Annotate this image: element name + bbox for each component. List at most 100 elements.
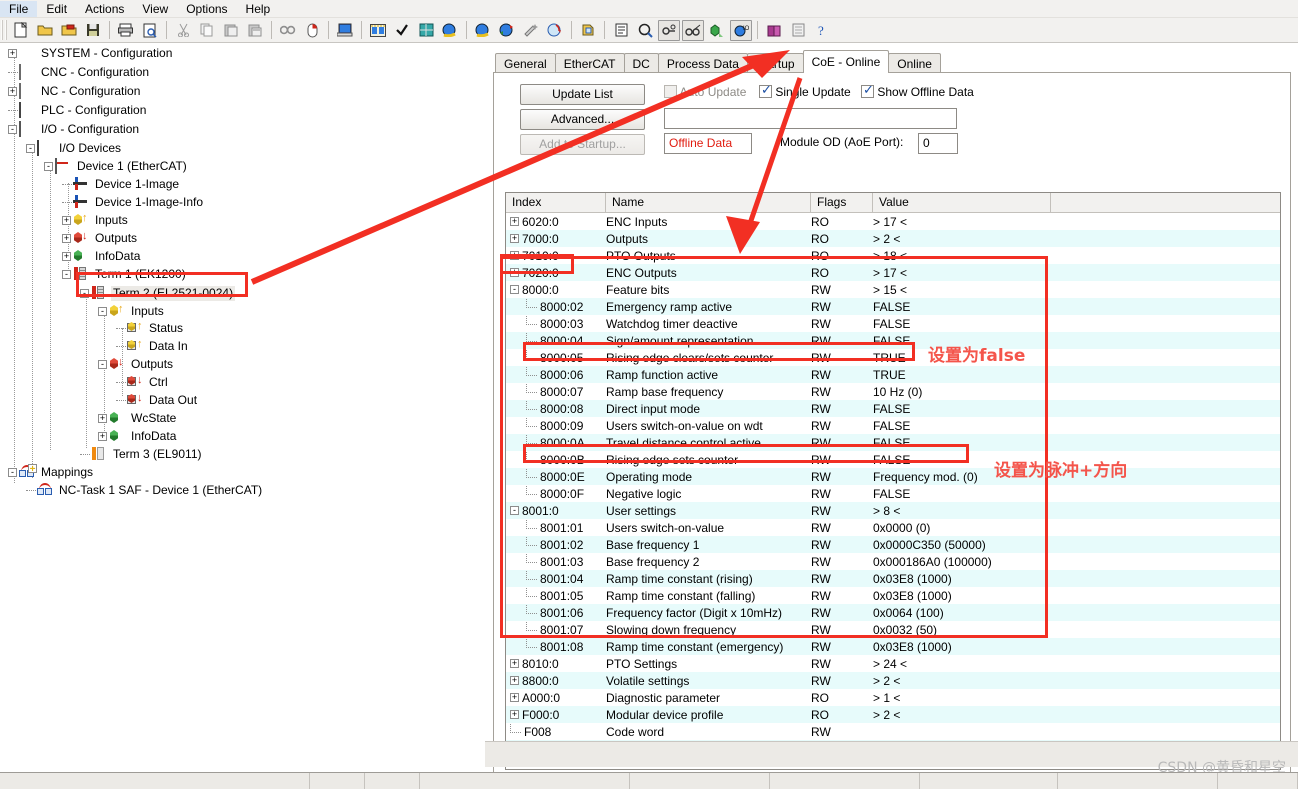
tree-expander[interactable]: - xyxy=(62,270,71,279)
tree-item-inputs[interactable]: + ↑ Inputs xyxy=(62,212,130,229)
table-row[interactable]: +7020:0 ENC Outputs RO > 17 < xyxy=(506,264,1280,281)
configuration-tree[interactable]: + SYSTEM - Configuration CNC - Configurati… xyxy=(0,43,480,789)
io-at-target-icon[interactable]: IO xyxy=(730,19,752,41)
table-row[interactable]: 8000:06 Ramp function active RW TRUE xyxy=(506,366,1280,383)
help-icon[interactable]: ? xyxy=(811,20,833,41)
table-row[interactable]: +6020:0 ENC Inputs RO > 17 < xyxy=(506,213,1280,230)
table-row[interactable]: 8001:03 Base frequency 2 RW 0x000186A0 (100… xyxy=(506,553,1280,570)
tab-general[interactable]: General xyxy=(495,53,556,73)
table-row[interactable]: 8001:02 Base frequency 1 RW 0x0000C350 (500… xyxy=(506,536,1280,553)
toggle-free-run-icon[interactable] xyxy=(472,20,494,41)
tree-item-term-1-ek1200[interactable]: - Term 1 (EK1200) xyxy=(62,266,188,283)
toolbar-grip[interactable] xyxy=(1,20,7,40)
reload-devices-icon[interactable] xyxy=(496,20,518,41)
table-row[interactable]: 8000:03 Watchdog timer deactive RW FALSE xyxy=(506,315,1280,332)
save-icon[interactable] xyxy=(82,20,104,41)
new-icon[interactable] xyxy=(10,20,32,41)
table-row[interactable]: 8001:01 Users switch-on-value RW 0x0000 (0) xyxy=(506,519,1280,536)
tree-expander[interactable]: + xyxy=(62,216,71,225)
table-row[interactable]: 8001:06 Frequency factor (Digit x 10mHz) R… xyxy=(506,604,1280,621)
tree-item-device-1-image-info[interactable]: Device 1-Image-Info xyxy=(62,194,205,211)
table-row[interactable]: 8000:0B Rising edge sets counter RW FALSE xyxy=(506,451,1280,468)
tree-expander[interactable]: - xyxy=(98,307,107,316)
print-icon[interactable] xyxy=(115,20,137,41)
check-configuration-icon[interactable] xyxy=(391,20,413,41)
compare-icon[interactable] xyxy=(367,20,389,41)
update-list-button[interactable]: Update List xyxy=(520,84,645,105)
table-row[interactable]: +8010:0 PTO Settings RW > 24 < xyxy=(506,655,1280,672)
tree-expander[interactable]: + xyxy=(98,414,107,423)
tree-item-wcstate[interactable]: + WcState xyxy=(98,410,178,427)
tree-item-i-o-configuration[interactable]: - I/O - Configuration xyxy=(8,121,141,138)
table-row[interactable]: 8001:05 Ramp time constant (falling) RW 0x0… xyxy=(506,587,1280,604)
show-offline-data-checkbox[interactable] xyxy=(861,82,874,98)
table-row[interactable]: 8000:0E Operating mode RW Frequency mod. (0… xyxy=(506,468,1280,485)
column-header-flags[interactable]: Flags xyxy=(811,193,873,212)
show-offline-data-checkbox-group[interactable]: Show Offline Data xyxy=(861,82,974,99)
cut-icon[interactable] xyxy=(172,20,194,41)
tree-item-term-3-el9011[interactable]: Term 3 (EL9011) xyxy=(80,446,203,463)
table-row[interactable]: 8000:04 Sign/amount representation RW FALSE xyxy=(506,332,1280,349)
mouse-icon[interactable] xyxy=(301,20,323,41)
table-row[interactable]: 8000:02 Emergency ramp active RW FALSE xyxy=(506,298,1280,315)
menu-item-actions[interactable]: Actions xyxy=(76,1,133,17)
table-row[interactable]: 8001:08 Ramp time constant (emergency) RW 0… xyxy=(506,638,1280,655)
menu-item-view[interactable]: View xyxy=(133,1,177,17)
tree-item-cnc-configuration[interactable]: CNC - Configuration xyxy=(8,64,151,81)
copy-icon[interactable] xyxy=(196,20,218,41)
open-folder-icon[interactable] xyxy=(34,20,56,41)
column-header-index[interactable]: Index xyxy=(506,193,606,212)
tree-item-ctrl[interactable]: ↓ Ctrl xyxy=(116,374,170,391)
tree-item-nc-task-1-saf-device-1-ethercat[interactable]: NC-Task 1 SAF - Device 1 (EtherCAT) xyxy=(26,482,264,499)
table-row[interactable]: 8001:07 Slowing down frequency RW 0x0032 (5… xyxy=(506,621,1280,638)
properties-icon[interactable] xyxy=(610,20,632,41)
table-row[interactable]: + F000:0 Modular device profile RO > 2 < xyxy=(506,706,1280,723)
table-row[interactable]: 8000:08 Direct input mode RW FALSE xyxy=(506,400,1280,417)
documentation-icon[interactable] xyxy=(763,20,785,41)
restart-twincat-icon[interactable] xyxy=(439,20,461,41)
activate-configuration-icon[interactable] xyxy=(415,20,437,41)
tree-item-data-out[interactable]: ↓ Data Out xyxy=(116,392,199,409)
tree-item-status[interactable]: ↑ Status xyxy=(116,320,185,337)
change-netid-icon[interactable] xyxy=(544,20,566,41)
tree-item-device-1-image[interactable]: Device 1-Image xyxy=(62,176,181,193)
tree-expander[interactable]: + xyxy=(62,252,71,261)
find-icon[interactable] xyxy=(277,20,299,41)
row-expander[interactable]: + xyxy=(510,217,519,226)
tab-online[interactable]: Online xyxy=(888,53,941,73)
tree-item-outputs[interactable]: + ↓ Outputs xyxy=(62,230,139,247)
table-row[interactable]: F008 Code word RW xyxy=(506,723,1280,740)
row-expander[interactable]: + xyxy=(510,676,519,685)
tab-coe-online[interactable]: CoE - Online xyxy=(802,50,890,73)
tree-item-infodata[interactable]: + InfoData xyxy=(62,248,142,265)
tree-item-infodata[interactable]: + InfoData xyxy=(98,428,178,445)
paste-special-icon[interactable] xyxy=(244,20,266,41)
open-config-icon[interactable] xyxy=(58,20,80,41)
watch-icon[interactable] xyxy=(682,19,704,41)
tree-item-plc-configuration[interactable]: PLC - Configuration xyxy=(8,102,148,119)
menu-item-options[interactable]: Options xyxy=(177,1,236,17)
table-row[interactable]: -8001:0 User settings RW > 8 < xyxy=(506,502,1280,519)
table-row[interactable]: + A000:0 Diagnostic parameter RO > 1 < xyxy=(506,689,1280,706)
tab-ethercat[interactable]: EtherCAT xyxy=(554,53,625,73)
advanced-button[interactable]: Advanced... xyxy=(520,109,645,130)
tree-expander[interactable]: + xyxy=(62,234,71,243)
table-row[interactable]: 8000:05 Rising edge clears/sets counter RW… xyxy=(506,349,1280,366)
tree-item-inputs[interactable]: - ↑ Inputs xyxy=(98,303,166,320)
tree-expander[interactable]: - xyxy=(98,360,107,369)
tab-process-data[interactable]: Process Data xyxy=(657,53,748,73)
tree-item-i-o-devices[interactable]: - I/O Devices xyxy=(26,140,123,157)
tree-item-mappings[interactable]: - + Mappings xyxy=(8,464,95,481)
object-dictionary-list[interactable]: Index Name Flags Value +6020:0 ENC Inputs… xyxy=(505,192,1281,770)
filter-input[interactable] xyxy=(664,108,957,129)
tree-item-term-2-el2521-0024[interactable]: - Term 2 (EL2521-0024) xyxy=(80,285,236,302)
tab-dc[interactable]: DC xyxy=(623,53,659,73)
row-expander[interactable]: + xyxy=(510,268,519,277)
print-preview-icon[interactable] xyxy=(139,20,161,41)
choose-target-system-icon[interactable] xyxy=(334,20,356,41)
show-online-data-icon[interactable] xyxy=(658,19,680,41)
row-expander[interactable]: - xyxy=(510,506,519,515)
tree-expander[interactable]: - xyxy=(26,144,35,153)
row-expander[interactable]: + xyxy=(510,659,519,668)
export-icon[interactable] xyxy=(577,20,599,41)
